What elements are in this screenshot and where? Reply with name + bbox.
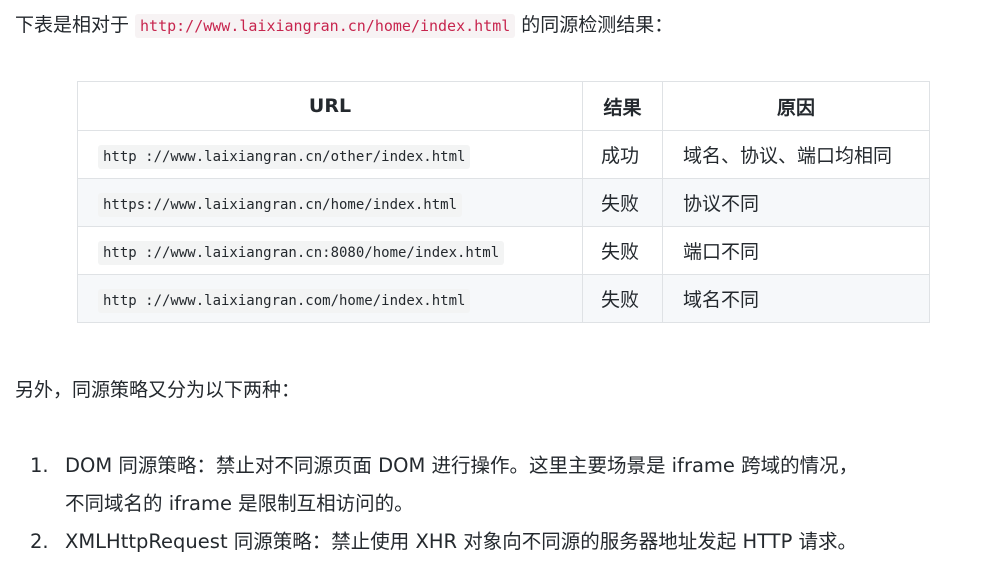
list-number: 2. [30, 530, 49, 553]
intro-paragraph: 下表是相对于 http://www.laixiangran.cn/home/ind… [15, 10, 673, 41]
reason-cell: 域名、协议、端口均相同 [662, 130, 930, 179]
reason-cell: 域名不同 [662, 274, 930, 323]
intro-url-code: http://www.laixiangran.cn/home/index.htm… [135, 14, 516, 38]
intro-suffix: 的同源检测结果： [521, 14, 674, 36]
reason-cell: 协议不同 [662, 178, 930, 227]
list-item: 1. DOM 同源策略：禁止对不同源页面 DOM 进行操作。这里主要场景是 if… [14, 447, 974, 523]
result-cell: 失败 [582, 226, 663, 275]
url-code: https://www.laixiangran.cn/home/index.ht… [98, 192, 463, 217]
url-cell: http ://www.laixiangran.cn:8080/home/ind… [77, 226, 583, 275]
list-item: 2. XMLHttpRequest 同源策略：禁止使用 XHR 对象向不同源的服… [14, 523, 974, 561]
policy-list: 1. DOM 同源策略：禁止对不同源页面 DOM 进行操作。这里主要场景是 if… [14, 447, 974, 561]
url-code: http ://www.laixiangran.cn/other/index.h… [98, 144, 471, 169]
table-row: https://www.laixiangran.cn/home/index.ht… [77, 178, 930, 227]
url-cell: http ://www.laixiangran.com/home/index.h… [77, 274, 583, 323]
list-text-line: DOM 同源策略：禁止对不同源页面 DOM 进行操作。这里主要场景是 ifram… [65, 454, 859, 477]
table-row: http ://www.laixiangran.cn/other/index.h… [77, 130, 930, 179]
intro-prefix: 下表是相对于 [15, 14, 130, 36]
result-cell: 失败 [582, 178, 663, 227]
reason-cell: 端口不同 [662, 226, 930, 275]
url-code: http ://www.laixiangran.com/home/index.h… [98, 288, 471, 313]
url-cell: https://www.laixiangran.cn/home/index.ht… [77, 178, 583, 227]
same-origin-table: URL 结果 原因 http ://www.laixiangran.cn/oth… [77, 81, 930, 323]
header-url: URL [77, 81, 583, 131]
list-text-line: 不同域名的 iframe 是限制互相访问的。 [65, 492, 414, 515]
list-number: 1. [30, 454, 49, 477]
table-row: http ://www.laixiangran.cn:8080/home/ind… [77, 226, 930, 275]
table-row: http ://www.laixiangran.com/home/index.h… [77, 274, 930, 323]
url-code: http ://www.laixiangran.cn:8080/home/ind… [98, 240, 505, 265]
table-header-row: URL 结果 原因 [77, 81, 930, 131]
result-cell: 成功 [582, 130, 663, 179]
list-text-line: XMLHttpRequest 同源策略：禁止使用 XHR 对象向不同源的服务器地… [65, 530, 858, 553]
policy-intro-paragraph: 另外，同源策略又分为以下两种： [15, 379, 301, 401]
url-cell: http ://www.laixiangran.cn/other/index.h… [77, 130, 583, 179]
header-result: 结果 [582, 81, 663, 131]
header-reason: 原因 [662, 81, 930, 131]
result-cell: 失败 [582, 274, 663, 323]
